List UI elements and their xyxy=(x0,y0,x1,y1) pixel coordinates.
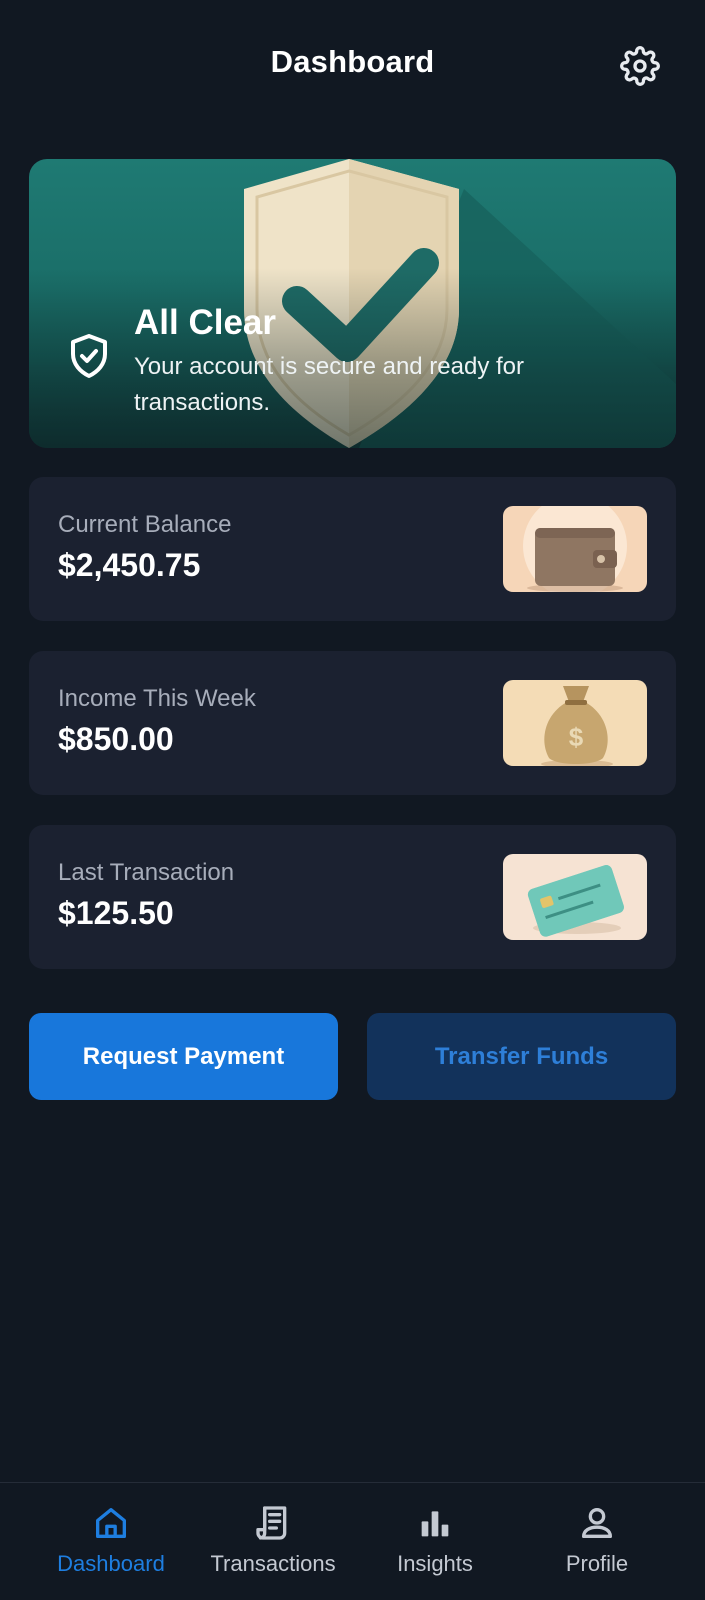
credit-card-icon xyxy=(503,854,647,940)
receipt-icon xyxy=(256,1506,287,1540)
header: Dashboard xyxy=(0,0,705,130)
card-value: $125.50 xyxy=(58,895,174,931)
nav-label: Insights xyxy=(397,1551,473,1576)
gear-icon xyxy=(620,46,660,86)
shield-check-icon xyxy=(71,334,107,378)
page-title: Dashboard xyxy=(270,44,435,79)
request-payment-button[interactable]: Request Payment xyxy=(29,1013,338,1100)
nav-label: Transactions xyxy=(210,1551,336,1576)
bottom-navigation: Dashboard Transactions Insights Profile xyxy=(0,1482,705,1600)
settings-button[interactable] xyxy=(618,44,662,88)
card-label: Last Transaction xyxy=(58,859,235,886)
income-card[interactable]: Income This Week $850.00 $ xyxy=(29,651,676,795)
wallet-icon xyxy=(503,506,647,592)
security-status-banner: All Clear Your account is secure and rea… xyxy=(29,159,676,448)
banner-message: Your account is secure and ready for tra… xyxy=(134,353,525,416)
card-label: Current Balance xyxy=(58,511,232,538)
card-value: $2,450.75 xyxy=(58,547,201,583)
banner-title: All Clear xyxy=(134,303,276,342)
nav-label: Dashboard xyxy=(57,1551,165,1576)
nav-item-transactions[interactable]: Transactions xyxy=(192,1483,354,1600)
bar-chart-icon xyxy=(421,1511,449,1537)
svg-text:$: $ xyxy=(569,722,584,752)
last-transaction-card[interactable]: Last Transaction $125.50 xyxy=(29,825,676,969)
nav-item-insights[interactable]: Insights xyxy=(354,1483,516,1600)
balance-card[interactable]: Current Balance $2,450.75 xyxy=(29,477,676,621)
card-label: Income This Week xyxy=(58,685,256,712)
home-icon xyxy=(96,1508,127,1538)
transfer-funds-button[interactable]: Transfer Funds xyxy=(367,1013,676,1100)
user-icon xyxy=(582,1508,612,1538)
card-value: $850.00 xyxy=(58,721,174,757)
nav-item-dashboard[interactable]: Dashboard xyxy=(30,1483,192,1600)
app-screen: Dashboard All Clear Your account is secu… xyxy=(0,0,705,1600)
nav-item-profile[interactable]: Profile xyxy=(516,1483,678,1600)
money-bag-icon: $ xyxy=(503,680,647,766)
nav-label: Profile xyxy=(565,1551,629,1576)
